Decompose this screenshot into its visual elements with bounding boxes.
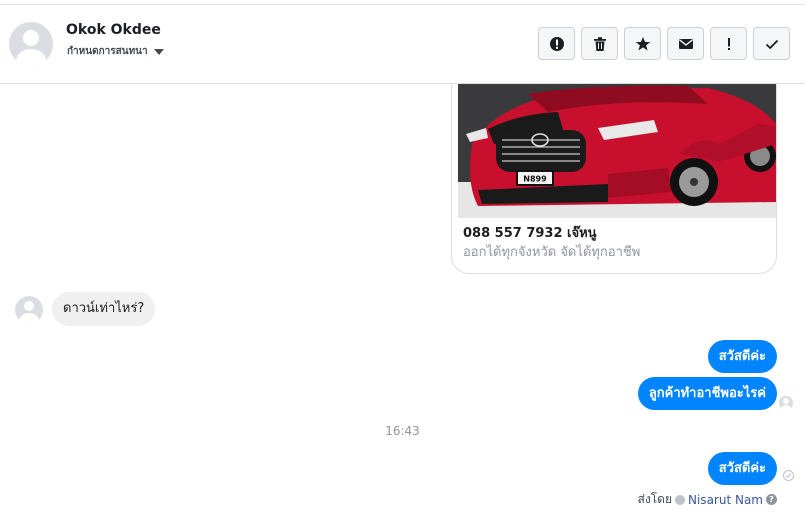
incoming-message: ดาวน์เท่าไหร่?	[52, 292, 156, 326]
trash-icon	[593, 36, 606, 51]
exclamation-icon	[727, 37, 730, 50]
card-subtitle: ออกได้ทุกจังหวัด จัดได้ทุกอาชีพ	[463, 245, 641, 260]
outgoing-message: สวัสดีค่ะ	[707, 452, 777, 485]
alert-circle-icon	[549, 36, 564, 51]
delete-button[interactable]	[581, 27, 618, 60]
shared-post-card[interactable]: N899 088 557 7932 เจ๊หนู ออกได้ทุกจังหวั…	[451, 84, 777, 274]
seen-indicator-avatar	[779, 396, 793, 410]
star-icon	[635, 36, 650, 50]
outgoing-message: สวัสดีค่ะ	[707, 340, 777, 373]
message-timestamp: 16:43	[385, 424, 420, 438]
contact-name[interactable]: Okok Okdee	[66, 22, 161, 38]
envelope-icon	[678, 38, 693, 49]
card-title: 088 557 7932 เจ๊หนู	[463, 226, 597, 241]
sender-avatar[interactable]	[15, 296, 43, 324]
outgoing-message: ลูกค้าทำอาชีพอะไรค่	[637, 377, 777, 410]
red-suv-illustration: N899	[458, 84, 776, 218]
checkmark-icon	[765, 39, 778, 49]
page-badge-icon	[675, 494, 685, 505]
conversation-settings-dropdown[interactable]: กำหนดการสนทนา	[67, 44, 164, 59]
sent-check-icon	[783, 470, 794, 481]
sent-by-line: ส่งโดย Nisarut Nam ?	[638, 490, 777, 509]
help-icon[interactable]: ?	[766, 494, 777, 505]
follow-up-button[interactable]	[710, 27, 747, 60]
mark-done-button[interactable]	[753, 27, 790, 60]
star-button[interactable]	[624, 27, 661, 60]
conversation-header: Okok Okdee กำหนดการสนทนา	[0, 5, 805, 84]
report-button[interactable]	[538, 27, 575, 60]
sent-by-label: ส่งโดย	[637, 492, 672, 506]
car-photo: N899	[458, 84, 776, 218]
mark-unread-button[interactable]	[667, 27, 704, 60]
sender-name-link[interactable]: Nisarut Nam	[688, 493, 763, 507]
license-plate: N899	[523, 175, 547, 184]
caret-down-icon	[153, 49, 164, 55]
conversation-settings-label: กำหนดการสนทนา	[67, 46, 148, 57]
contact-avatar[interactable]	[9, 22, 53, 66]
